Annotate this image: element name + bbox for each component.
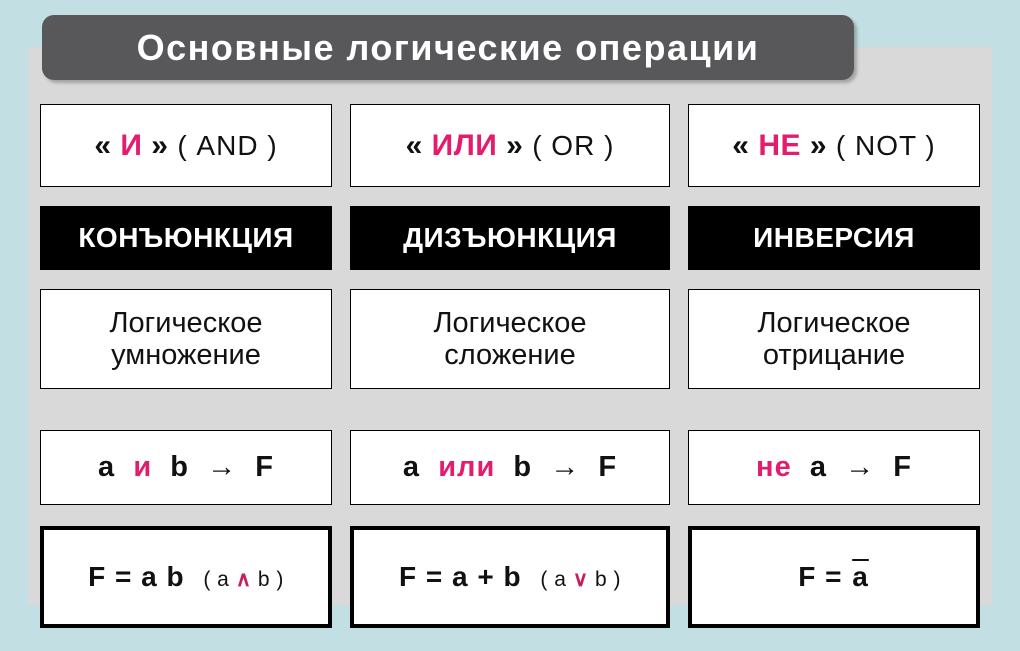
operand-left: a — [98, 451, 116, 483]
formula-or: F = a + b ( a ∨ b ) — [399, 561, 621, 593]
operand-right: b — [513, 451, 533, 483]
cell-term-conjunction: КОНЪЮНКЦИЯ — [40, 206, 332, 270]
open-guillemet: « — [405, 128, 423, 162]
cell-formula-not: F = a — [688, 526, 980, 628]
description-line-1: Логическое — [433, 306, 587, 339]
cell-expression-not: не a → F — [688, 430, 980, 505]
formula-and: F = a b ( a ∧ b ) — [88, 561, 284, 593]
operand-left: a — [402, 451, 421, 483]
cell-operator-name-not: « НЕ » ( NOT ) — [688, 104, 980, 187]
description-line-2: отрицание — [762, 339, 906, 371]
operator-label-ru: НЕ — [758, 128, 802, 162]
term-label: КОНЪЮНКЦИЯ — [78, 222, 294, 253]
row-expressions: a и b → F a или b → F не a → F — [40, 430, 980, 505]
result-symbol: F — [893, 451, 912, 483]
description-line-2: умножение — [111, 339, 261, 371]
cell-description-not: Логическое отрицание — [688, 289, 980, 389]
cell-operator-name-and: « И » ( AND ) — [40, 104, 332, 187]
description-text: Логическое отрицание — [758, 307, 911, 372]
cell-operator-name-or: « ИЛИ » ( OR ) — [350, 104, 670, 187]
row-formulas: F = a b ( a ∧ b ) F = a + b ( a ∨ b ) F … — [40, 526, 980, 628]
operator-label-en: ( NOT ) — [835, 129, 936, 161]
description-line-2: сложение — [444, 339, 576, 371]
operand-right: a — [809, 451, 827, 483]
formula-alt-open: ( a — [203, 568, 230, 591]
operator-name-and: « И » ( AND ) — [94, 129, 277, 163]
formula-alt-open: ( a — [540, 568, 567, 591]
formula-alternate: ( a ∧ b ) — [203, 568, 284, 591]
slide-title-plaque: Основные логические операции — [42, 15, 854, 80]
row-formal-terms: КОНЪЮНКЦИЯ ДИЗЪЮНКЦИЯ ИНВЕРСИЯ — [40, 206, 980, 270]
description-text: Логическое сложение — [434, 307, 587, 372]
formula-alt-close: b ) — [594, 568, 621, 591]
disjunction-symbol-icon: ∨ — [572, 568, 589, 591]
operator-label-en: ( AND ) — [177, 129, 278, 161]
result-symbol: F — [255, 451, 274, 483]
operand-right: b — [170, 451, 189, 483]
cell-formula-and: F = a b ( a ∧ b ) — [40, 526, 332, 628]
open-guillemet: « — [94, 128, 112, 162]
arrow-icon: → — [550, 451, 581, 483]
expression-or: a или b → F — [403, 451, 617, 484]
operator-name-not: « НЕ » ( NOT ) — [732, 129, 935, 163]
term-label: ИНВЕРСИЯ — [753, 222, 915, 253]
operator-name-or: « ИЛИ » ( OR ) — [406, 129, 615, 163]
row-operator-names: « И » ( AND ) « ИЛИ » ( OR ) « НЕ » ( NO… — [40, 104, 980, 187]
operator-label-ru: ИЛИ — [431, 128, 498, 162]
cell-description-or: Логическое сложение — [350, 289, 670, 389]
cell-term-disjunction: ДИЗЪЮНКЦИЯ — [350, 206, 670, 270]
description-line-1: Логическое — [757, 306, 911, 339]
formula-main: F = a + b — [399, 561, 522, 592]
connective: или — [438, 451, 496, 483]
expression-and: a и b → F — [98, 451, 274, 484]
operator-label-en: ( OR ) — [532, 129, 615, 161]
connective: и — [133, 451, 153, 483]
formula-not: F = a — [798, 561, 870, 593]
open-guillemet: « — [732, 128, 750, 162]
formula-main-prefix: F = — [798, 561, 852, 592]
cell-formula-or: F = a + b ( a ∨ b ) — [350, 526, 670, 628]
formula-alternate: ( a ∨ b ) — [540, 568, 621, 591]
cell-expression-or: a или b → F — [350, 430, 670, 505]
operator-label-ru: И — [120, 128, 143, 162]
close-guillemet: » — [151, 128, 169, 162]
expression-not: не a → F — [756, 451, 912, 484]
conjunction-symbol-icon: ∧ — [235, 568, 252, 591]
description-text: Логическое умножение — [110, 307, 263, 372]
formula-alt-close: b ) — [257, 568, 284, 591]
cell-description-and: Логическое умножение — [40, 289, 332, 389]
negation-overline-operand: a — [852, 561, 869, 592]
connective: не — [756, 451, 792, 483]
arrow-icon: → — [207, 451, 238, 483]
close-guillemet: » — [809, 128, 828, 162]
formula-main: F = a b — [88, 561, 185, 592]
row-descriptions: Логическое умножение Логическое сложение… — [40, 289, 980, 389]
cell-term-inversion: ИНВЕРСИЯ — [688, 206, 980, 270]
description-line-1: Логическое — [109, 306, 263, 339]
arrow-icon: → — [845, 451, 876, 483]
page-title: Основные логические операции — [136, 26, 760, 68]
close-guillemet: » — [506, 128, 524, 162]
cell-expression-and: a и b → F — [40, 430, 332, 505]
result-symbol: F — [598, 451, 618, 483]
term-label: ДИЗЪЮНКЦИЯ — [403, 222, 617, 253]
